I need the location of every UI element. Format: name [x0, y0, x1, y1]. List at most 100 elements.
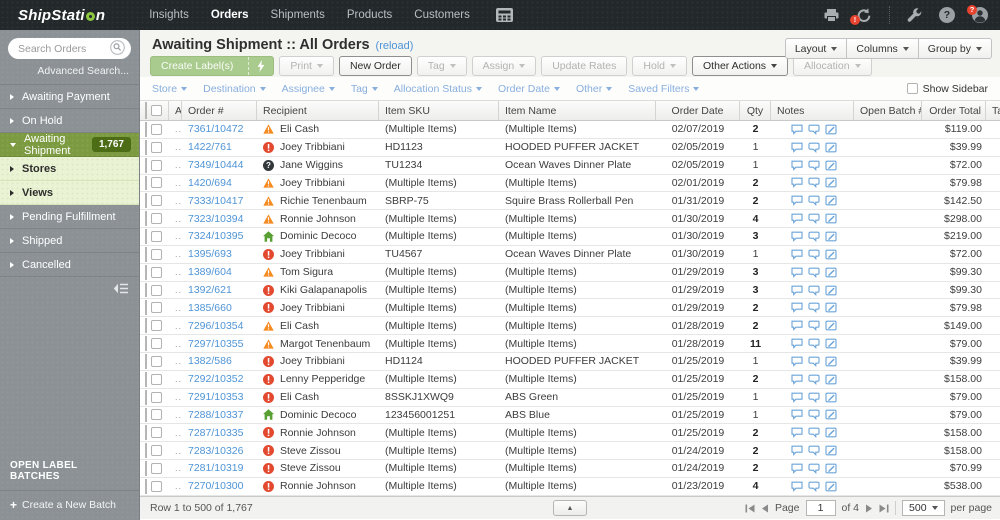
advanced-search-link[interactable]: Advanced Search...	[0, 59, 139, 84]
edit-note-icon[interactable]	[825, 338, 837, 349]
sidebar-item-awaiting-shipment[interactable]: Awaiting Shipment 1,767	[0, 133, 139, 157]
columns-button[interactable]: Columns	[847, 38, 919, 59]
column-header-a[interactable]: A	[169, 101, 182, 120]
account-icon[interactable]: ?	[967, 5, 988, 23]
order-number-link[interactable]: 7292/10352	[188, 373, 243, 385]
edit-note-icon[interactable]	[825, 267, 837, 278]
edit-note-icon[interactable]	[825, 195, 837, 206]
row-checkbox[interactable]	[151, 284, 162, 296]
message-bubble-icon[interactable]	[808, 213, 820, 225]
row-checkbox[interactable]	[151, 302, 162, 314]
search-icon[interactable]	[110, 39, 125, 58]
search-input[interactable]	[18, 42, 110, 55]
nav-item-orders[interactable]: Orders	[211, 9, 249, 21]
first-page-button[interactable]	[745, 504, 755, 513]
note-bubble-icon[interactable]	[791, 285, 803, 296]
edit-note-icon[interactable]	[825, 356, 837, 367]
order-number-link[interactable]: 1389/604	[188, 266, 232, 278]
edit-note-icon[interactable]	[825, 213, 837, 224]
note-bubble-icon[interactable]	[791, 427, 803, 439]
note-bubble-icon[interactable]	[791, 231, 803, 242]
note-bubble-icon[interactable]	[791, 374, 803, 385]
message-bubble-icon[interactable]	[808, 392, 820, 403]
column-header-order-[interactable]: Order #	[182, 101, 257, 120]
row-checkbox[interactable]	[151, 391, 162, 403]
message-bubble-icon[interactable]	[808, 463, 820, 474]
note-bubble-icon[interactable]	[791, 302, 803, 314]
layout-button[interactable]: Layout	[784, 38, 848, 59]
page-size-select[interactable]: 500	[902, 500, 945, 516]
message-bubble-icon[interactable]	[808, 338, 820, 350]
order-number-link[interactable]: 1422/761	[188, 141, 232, 153]
edit-note-icon[interactable]	[825, 481, 837, 492]
note-bubble-icon[interactable]	[791, 481, 803, 492]
printer-icon[interactable]	[824, 8, 839, 22]
select-all-checkbox[interactable]	[151, 105, 162, 116]
edit-note-icon[interactable]	[825, 445, 837, 456]
quick-print-split[interactable]	[248, 57, 273, 75]
page-number-input[interactable]	[805, 500, 836, 516]
row-checkbox[interactable]	[151, 123, 162, 135]
nav-item-insights[interactable]: Insights	[149, 9, 189, 21]
order-number-link[interactable]: 7283/10326	[188, 445, 243, 457]
group-by-button[interactable]: Group by	[918, 38, 992, 59]
row-checkbox[interactable]	[151, 248, 162, 260]
order-number-link[interactable]: 7281/10319	[188, 462, 243, 474]
filter-assignee[interactable]: Assignee	[282, 83, 335, 95]
message-bubble-icon[interactable]	[808, 142, 820, 153]
note-bubble-icon[interactable]	[791, 160, 803, 171]
previous-page-button[interactable]	[761, 504, 769, 513]
note-bubble-icon[interactable]	[791, 124, 803, 135]
order-number-link[interactable]: 7296/10354	[188, 320, 243, 332]
column-header-item-name[interactable]: Item Name	[499, 101, 656, 120]
note-bubble-icon[interactable]	[791, 356, 803, 367]
message-bubble-icon[interactable]	[808, 445, 820, 457]
note-bubble-icon[interactable]	[791, 142, 803, 153]
order-number-link[interactable]: 7287/10335	[188, 427, 243, 439]
message-bubble-icon[interactable]	[808, 302, 820, 314]
edit-note-icon[interactable]	[825, 392, 837, 403]
column-header-recipient[interactable]: Recipient	[257, 101, 379, 120]
sidebar-item-on-hold[interactable]: On Hold	[0, 109, 139, 133]
edit-note-icon[interactable]	[825, 124, 837, 135]
row-checkbox[interactable]	[151, 320, 162, 332]
edit-note-icon[interactable]	[825, 231, 837, 242]
message-bubble-icon[interactable]	[808, 124, 820, 135]
shipstation-logo[interactable]: ShipStati n	[18, 7, 105, 24]
note-bubble-icon[interactable]	[791, 409, 803, 421]
row-checkbox[interactable]	[151, 462, 162, 474]
filter-allocation-status[interactable]: Allocation Status	[394, 83, 482, 95]
note-bubble-icon[interactable]	[791, 213, 803, 224]
sidebar-item-stores[interactable]: Stores	[0, 157, 139, 181]
column-header-open-batch-[interactable]: Open Batch #	[854, 101, 922, 120]
column-header-order-total[interactable]: Order Total	[922, 101, 986, 120]
edit-note-icon[interactable]	[825, 249, 837, 260]
row-checkbox[interactable]	[151, 427, 162, 439]
message-bubble-icon[interactable]	[808, 177, 820, 189]
message-bubble-icon[interactable]	[808, 285, 820, 296]
filter-destination[interactable]: Destination	[203, 83, 266, 95]
column-header-qty[interactable]: Qty	[740, 101, 771, 120]
message-bubble-icon[interactable]	[808, 160, 820, 171]
row-checkbox[interactable]	[151, 338, 162, 350]
order-number-link[interactable]: 7361/10472	[188, 123, 243, 135]
edit-note-icon[interactable]	[825, 409, 837, 420]
sidebar-item-awaiting-payment[interactable]: Awaiting Payment	[0, 85, 139, 109]
sync-alert-icon[interactable]: !	[850, 7, 872, 25]
message-bubble-icon[interactable]	[808, 195, 820, 207]
column-header-notes[interactable]: Notes	[771, 101, 854, 120]
sidebar-item-shipped[interactable]: Shipped	[0, 229, 139, 253]
message-bubble-icon[interactable]	[808, 356, 820, 367]
message-bubble-icon[interactable]	[808, 481, 820, 492]
edit-note-icon[interactable]	[825, 177, 837, 188]
wrench-icon[interactable]	[907, 7, 922, 23]
order-number-link[interactable]: 7291/10353	[188, 391, 243, 403]
filter-saved-filters[interactable]: Saved Filters	[628, 83, 700, 95]
message-bubble-icon[interactable]	[808, 374, 820, 385]
row-checkbox[interactable]	[151, 213, 162, 225]
note-bubble-icon[interactable]	[791, 392, 803, 403]
help-icon[interactable]: ?	[939, 7, 955, 23]
column-header-item-sku[interactable]: Item SKU	[379, 101, 499, 120]
new-order-button[interactable]: New Order	[338, 56, 412, 76]
order-number-link[interactable]: 1392/621	[188, 284, 232, 296]
